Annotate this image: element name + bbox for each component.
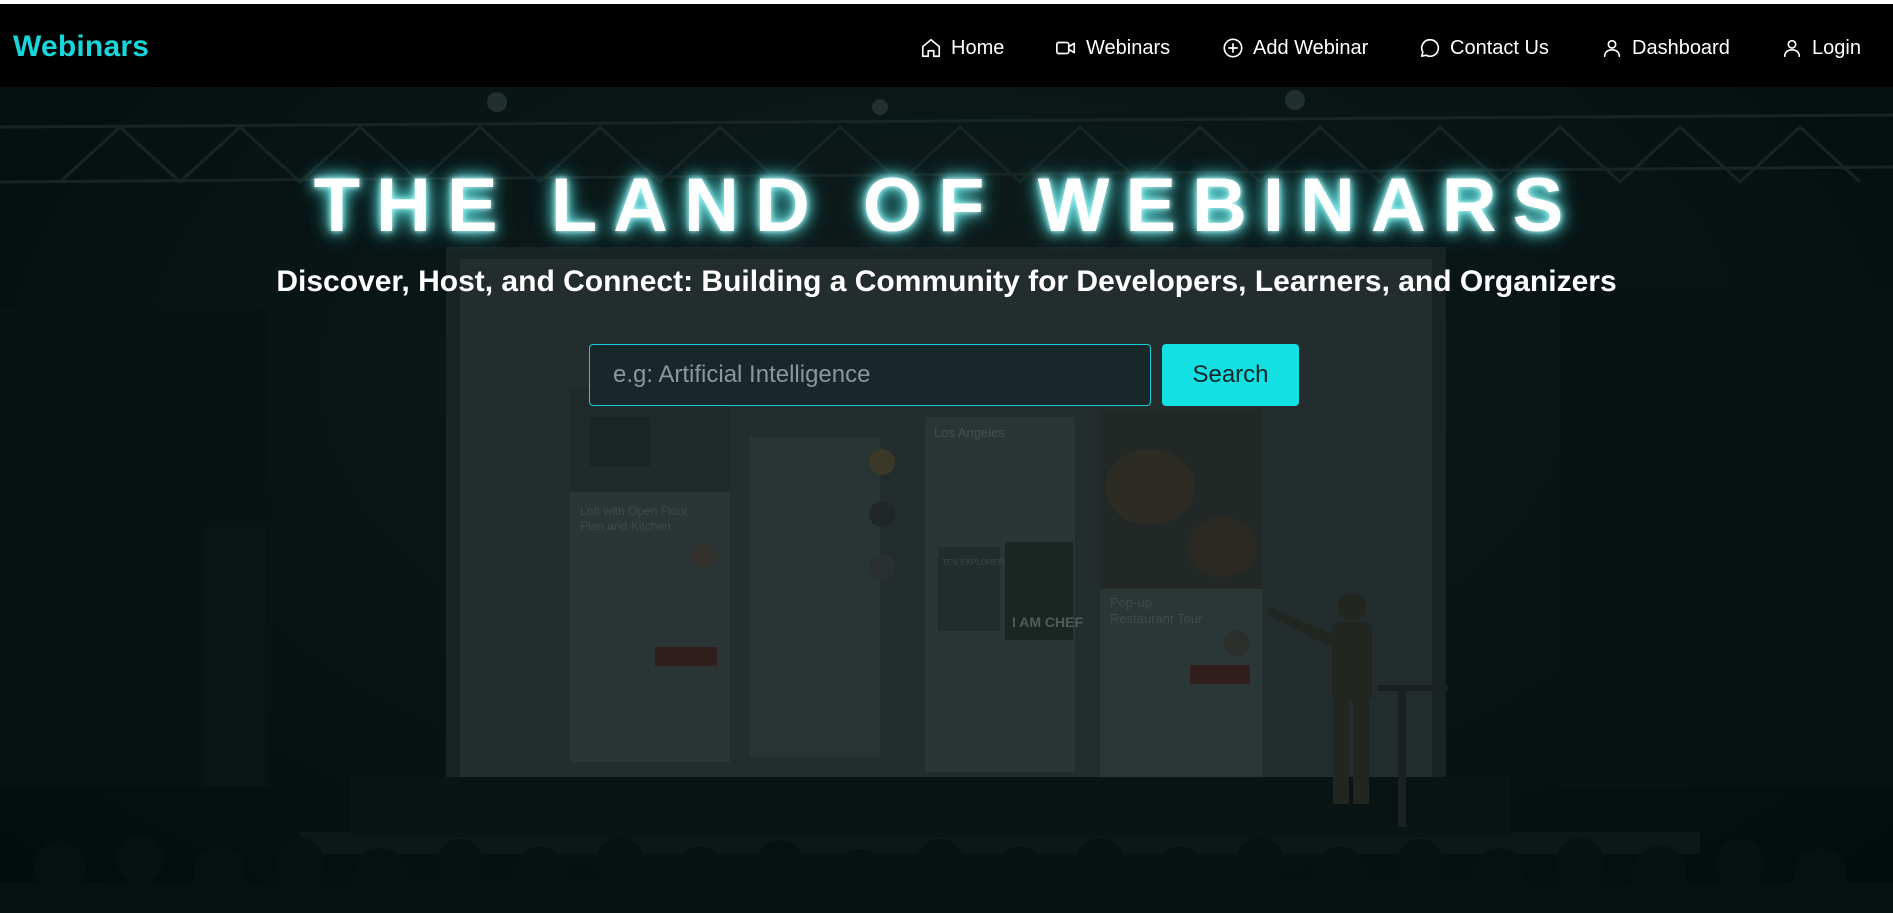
- nav-home[interactable]: Home: [920, 32, 1004, 64]
- search-button[interactable]: Search: [1162, 344, 1299, 406]
- video-camera-icon: [1056, 41, 1076, 55]
- plus-circle-icon: [1223, 38, 1243, 58]
- nav-home-label: Home: [951, 37, 1005, 59]
- hero-title: THE LAND OF WEBINARS: [313, 163, 1580, 248]
- user-icon: [1783, 39, 1801, 58]
- user-icon: [1603, 39, 1621, 58]
- nav-dashboard[interactable]: Dashboard: [1601, 32, 1730, 64]
- search-input[interactable]: [589, 344, 1151, 406]
- nav-contact-us[interactable]: Contact Us: [1419, 32, 1549, 64]
- nav-webinars[interactable]: Webinars: [1055, 32, 1170, 64]
- nav-add-webinar[interactable]: Add Webinar: [1222, 32, 1368, 64]
- nav-login[interactable]: Login: [1781, 32, 1861, 64]
- chat-bubble-icon: [1420, 38, 1440, 58]
- nav-contact-us-label: Contact Us: [1450, 37, 1549, 59]
- brand-logo[interactable]: Webinars: [13, 30, 149, 64]
- hero-section: Loft with Open Floor Plan and Kitchen Lo…: [0, 87, 1893, 913]
- nav-webinars-label: Webinars: [1086, 37, 1171, 59]
- nav-login-label: Login: [1812, 37, 1861, 59]
- navbar: Webinars Home Webinars Add Webinar Conta…: [0, 4, 1893, 87]
- home-icon: [921, 38, 941, 58]
- nav-add-webinar-label: Add Webinar: [1253, 37, 1369, 59]
- hero-subtitle: Discover, Host, and Connect: Building a …: [276, 265, 1617, 298]
- nav-dashboard-label: Dashboard: [1632, 37, 1730, 59]
